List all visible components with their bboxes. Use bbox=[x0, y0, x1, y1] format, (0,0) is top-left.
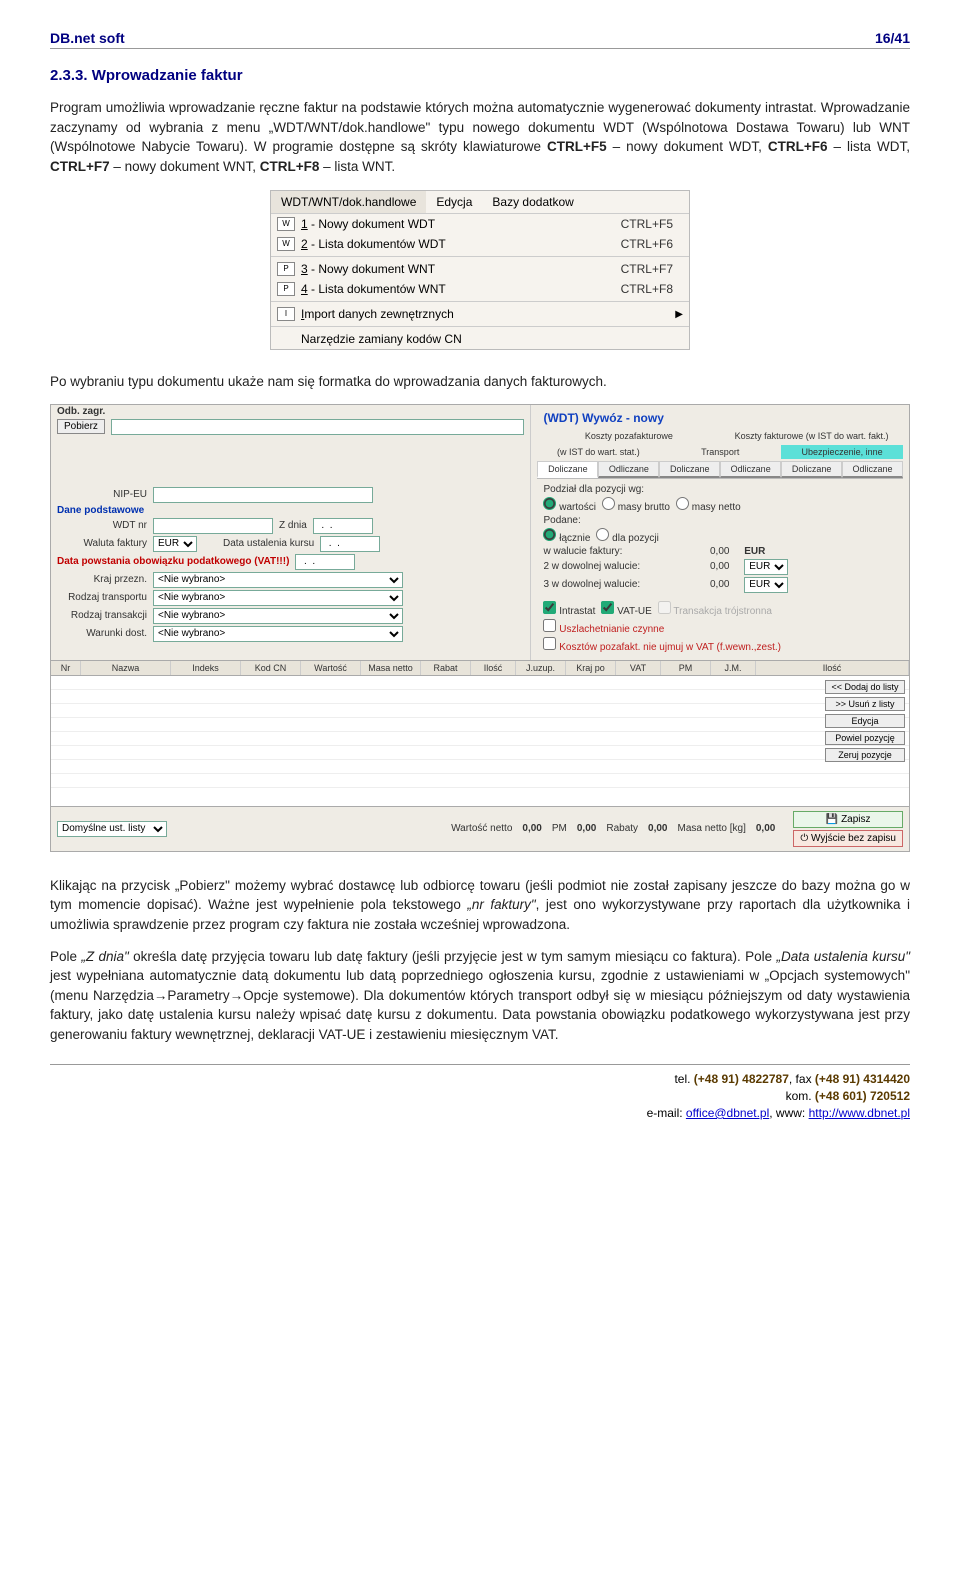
cur2-select[interactable]: EUR bbox=[744, 559, 788, 575]
chk-intrastat[interactable]: Intrastat bbox=[543, 601, 595, 617]
tab-doliczane[interactable]: Doliczane bbox=[537, 461, 598, 478]
paragraph-1: Program umożliwia wprowadzanie ręczne fa… bbox=[50, 98, 910, 176]
transakcja-select[interactable]: <Nie wybrano> bbox=[153, 608, 403, 624]
powiel-button[interactable]: Powiel pozycję bbox=[825, 731, 905, 745]
cost-tabs: Doliczane Odliczane Doliczane Odliczane … bbox=[537, 461, 903, 479]
page-footer: tel. (+48 91) 4822787, fax (+48 91) 4314… bbox=[50, 1064, 910, 1121]
menu-bazy[interactable]: Bazy dodatkow bbox=[482, 191, 583, 213]
doc-w-icon: W bbox=[277, 217, 295, 231]
menu-item-lista-wdt[interactable]: W2 - Lista dokumentów WDTCTRL+F6 bbox=[271, 234, 689, 254]
usun-button[interactable]: >> Usuń z listy bbox=[825, 697, 905, 711]
warunki-select[interactable]: <Nie wybrano> bbox=[153, 626, 403, 642]
dodaj-button[interactable]: << Dodaj do listy bbox=[825, 680, 905, 694]
header-page: 16/41 bbox=[875, 30, 910, 46]
paragraph-3: Klikając na przycisk „Pobierz" możemy wy… bbox=[50, 876, 910, 935]
form-title: (WDT) Wywóz - nowy bbox=[537, 407, 903, 429]
edycja-button[interactable]: Edycja bbox=[825, 714, 905, 728]
menu-edycja[interactable]: Edycja bbox=[426, 191, 482, 213]
submenu-arrow-icon: ▶ bbox=[675, 309, 683, 320]
chk-trojstronna: Transakcja trójstronna bbox=[658, 601, 772, 617]
domyslne-select[interactable]: Domyślne ust. listy bbox=[57, 821, 167, 837]
email-link[interactable]: office@dbnet.pl bbox=[686, 1106, 769, 1120]
radio-pozycji[interactable]: dla pozycji bbox=[596, 528, 658, 544]
waluta-label: Waluta faktury bbox=[57, 538, 147, 549]
kraj-select[interactable]: <Nie wybrano> bbox=[153, 572, 403, 588]
wdtnr-label: WDT nr bbox=[57, 520, 147, 531]
form-footer: Domyślne ust. listy Wartość netto0,00 PM… bbox=[51, 806, 909, 851]
tab-odliczane-3[interactable]: Odliczane bbox=[842, 461, 903, 478]
radio-brutto[interactable]: masy brutto bbox=[602, 497, 670, 513]
radio-wartosci[interactable]: wartości bbox=[543, 497, 595, 513]
zapisz-button[interactable]: 💾 Zapisz bbox=[793, 811, 903, 828]
grid-header: Nr Nazwa Indeks Kod CN Wartość Masa nett… bbox=[51, 660, 909, 676]
menu-item-lista-wnt[interactable]: P4 - Lista dokumentów WNTCTRL+F8 bbox=[271, 279, 689, 299]
tab-odliczane-2[interactable]: Odliczane bbox=[720, 461, 781, 478]
chk-vatue[interactable]: VAT-UE bbox=[601, 601, 651, 617]
tab-doliczane-3[interactable]: Doliczane bbox=[781, 461, 842, 478]
zeruj-button[interactable]: Zeruj pozycje bbox=[825, 748, 905, 762]
menu-screenshot: WDT/WNT/dok.handlowe Edycja Bazy dodatko… bbox=[270, 190, 690, 350]
grid-body[interactable]: << Dodaj do listy >> Usuń z listy Edycja… bbox=[51, 676, 909, 806]
data-kursu-input[interactable] bbox=[320, 536, 380, 552]
cur3-select[interactable]: EUR bbox=[744, 577, 788, 593]
doc-p-icon: P bbox=[277, 262, 295, 276]
www-link[interactable]: http://www.dbnet.pl bbox=[809, 1106, 910, 1120]
tab-doliczane-2[interactable]: Doliczane bbox=[659, 461, 720, 478]
menu-item-import[interactable]: IImport danych zewnętrznych▶ bbox=[271, 304, 689, 324]
doc-p-icon: P bbox=[277, 282, 295, 296]
chk-koszty[interactable]: Kosztów pozafakt. nie ujmuj w VAT (f.wew… bbox=[543, 637, 781, 653]
import-icon: I bbox=[277, 307, 295, 321]
radio-netto[interactable]: masy netto bbox=[676, 497, 741, 513]
nip-label: NIP-EU bbox=[57, 489, 147, 500]
radio-lacznie[interactable]: łącznie bbox=[543, 528, 590, 544]
wyjscie-button[interactable]: ⏻ Wyjście bez zapisu bbox=[793, 830, 903, 847]
tab-odliczane[interactable]: Odliczane bbox=[598, 461, 659, 478]
paragraph-2: Po wybraniu typu dokumentu ukaże nam się… bbox=[50, 372, 910, 392]
doc-w-icon: W bbox=[277, 237, 295, 251]
data-vat-input[interactable] bbox=[295, 554, 355, 570]
header-left: DB.net soft bbox=[50, 30, 125, 46]
paragraph-4: Pole „Z dnia" określa datę przyjęcia tow… bbox=[50, 947, 910, 1045]
menu-wdt[interactable]: WDT/WNT/dok.handlowe bbox=[271, 191, 426, 213]
section-title: 2.3.3. Wprowadzanie faktur bbox=[50, 67, 910, 84]
transport-select[interactable]: <Nie wybrano> bbox=[153, 590, 403, 606]
pobierz-button[interactable]: Pobierz bbox=[57, 419, 105, 434]
form-screenshot: Odb. zagr. Pobierz NIP-EU Dane podstawow… bbox=[50, 404, 910, 852]
nip-input[interactable] bbox=[153, 487, 373, 503]
wdtnr-input[interactable] bbox=[153, 518, 273, 534]
menu-item-nowy-wdt[interactable]: W1 - Nowy dokument WDTCTRL+F5 bbox=[271, 214, 689, 234]
cost-tab-headers: Koszty pozafakturoweKoszty fakturowe (w … bbox=[537, 429, 903, 443]
waluta-select[interactable]: EUR bbox=[153, 536, 197, 552]
page-header: DB.net soft 16/41 bbox=[50, 30, 910, 49]
odb-label: Odb. zagr. bbox=[57, 406, 105, 417]
menu-item-narzedzie[interactable]: Narzędzie zamiany kodów CN bbox=[271, 329, 689, 349]
zdnia-input[interactable] bbox=[313, 518, 373, 534]
menu-item-nowy-wnt[interactable]: P3 - Nowy dokument WNTCTRL+F7 bbox=[271, 259, 689, 279]
data-vat-label: Data powstania obowiązku podatkowego (VA… bbox=[57, 556, 289, 567]
chk-uszlachetnianie[interactable]: Uszlachetnianie czynne bbox=[543, 619, 664, 635]
menu-bar: WDT/WNT/dok.handlowe Edycja Bazy dodatko… bbox=[271, 191, 689, 214]
dane-podst-label: Dane podstawowe bbox=[57, 505, 144, 516]
odb-input[interactable] bbox=[111, 419, 525, 435]
